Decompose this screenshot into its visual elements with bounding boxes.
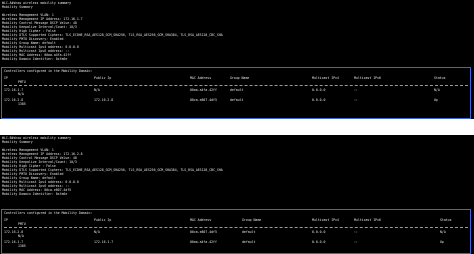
cell-mcast4: 0.0.0.0 [312,230,326,234]
cell-mcast6: :: [354,98,358,102]
cell-status: Up [434,98,438,102]
col-header-mcast6: Multicast IPv6 [354,76,381,80]
summary-line: Mobility Domain Identifier: 0xfa6e [2,57,68,61]
cell-status: N/A [440,230,446,234]
cell-mcast4: 0.0.0.0 [312,240,326,244]
cell-public-ip: 172.16.1.7 [94,240,114,244]
cell-pmtu: 1385 [18,244,26,248]
cell-mcast6: :: [354,88,358,92]
section-heading: Mobility Summary [2,5,33,9]
divider [4,85,468,86]
col-header-mac: MAC Address [190,218,212,222]
section-heading: Mobility Summary [2,140,33,144]
cell-mcast6: :: [354,230,358,234]
cell-mac: 00ca.e807.4df5 [190,230,217,234]
divider [4,227,468,228]
col-header-public-ip: Public Ip [94,218,112,222]
cell-public-ip: N/A [94,88,100,92]
cell-public-ip: 172.16.2.8 [94,98,114,102]
cell-group: default [242,240,256,244]
col-header-mcast4: Multicast IPv4 [312,76,339,80]
col-header-mcast4: Multicast IPv4 [312,218,339,222]
col-header-status: Status [440,218,452,222]
cell-mac: 00aa.a4fa.42ff [190,88,217,92]
col-header-ip: IP [4,76,8,80]
cell-mcast4: 0.0.0.0 [312,88,326,92]
table-caption: Controllers configured in the Mobility D… [4,69,93,73]
col-header-group: Group Name [242,218,262,222]
cell-mcast6: :: [354,240,358,244]
cell-pmtu: N/A [18,92,24,96]
table-caption: Controllers configured in the Mobility D… [4,211,93,215]
cell-group: default [242,230,256,234]
highlight-box: Controllers configured in the Mobility D… [1,67,471,119]
col-header-group: Group Name [230,76,250,80]
cell-group: default [230,98,244,102]
col-header-pmtu: PMTU [18,222,26,226]
col-header-status: Status [434,76,446,80]
col-header-ip: IP [4,218,8,222]
cell-mac: 00aa.a4fa.42ff [190,240,217,244]
cell-group: default [230,88,244,92]
col-header-public-ip: Public Ip [94,76,112,80]
col-header-mcast6: Multicast IPv6 [354,218,381,222]
highlight-box: Controllers configured in the Mobility D… [1,209,471,254]
cell-status: N/A [434,88,440,92]
cell-pmtu: N/A [18,234,24,238]
cell-mcast4: 0.0.0.0 [312,98,326,102]
cell-status: Up [440,240,444,244]
cell-pmtu: 1385 [18,102,26,106]
col-header-pmtu: PMTU [18,80,26,84]
summary-line: Mobility Domain Identifier: 0xfa6e [2,192,68,196]
cell-public-ip: N/A [94,230,100,234]
cell-mac: 00ca.e807.4df5 [190,98,217,102]
terminal-pane-wlc-a[interactable]: WLC-A#show wireless mobility summary Mob… [0,0,474,119]
col-header-mac: MAC Address [190,76,212,80]
